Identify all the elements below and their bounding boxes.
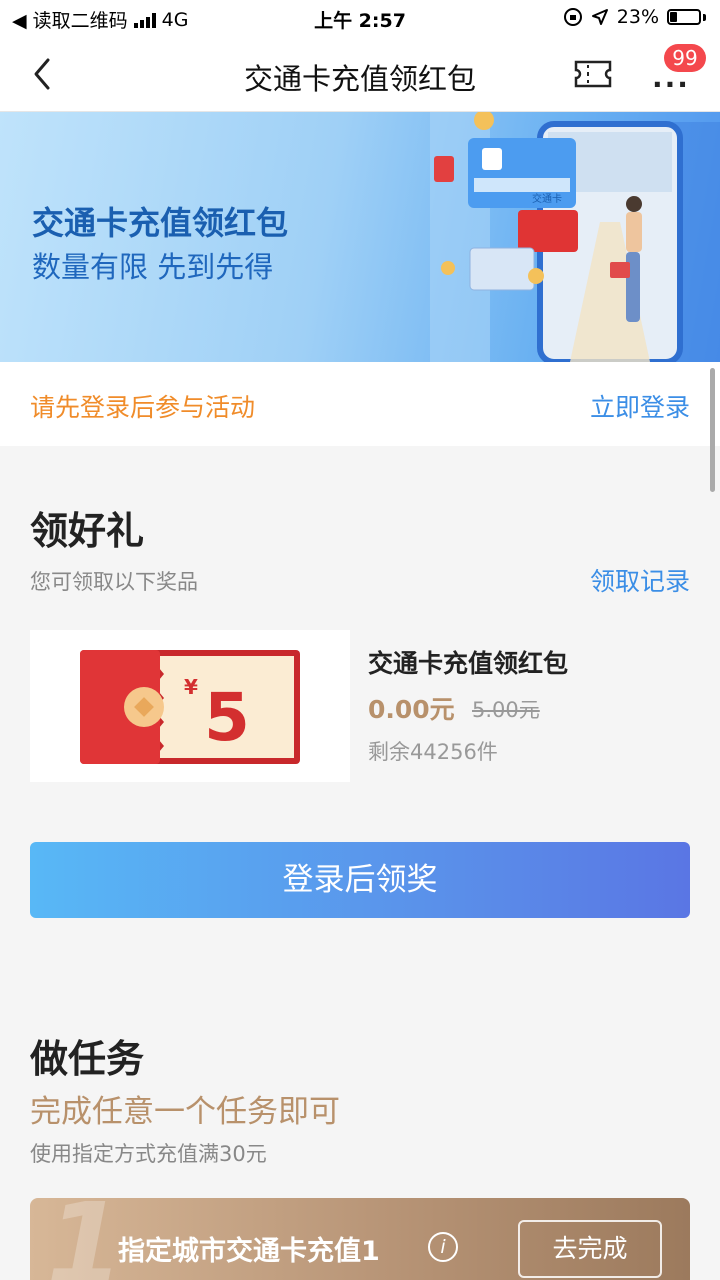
red-packet-coupon-icon: ¥ 5 bbox=[80, 650, 300, 764]
battery-icon bbox=[667, 9, 701, 25]
battery-percent: 23% bbox=[616, 6, 659, 28]
prize-original-price: 5.00元 bbox=[472, 698, 540, 722]
prize-image[interactable]: ¥ 5 bbox=[30, 630, 350, 782]
gifts-section-desc: 您可领取以下奖品 bbox=[30, 570, 198, 594]
nav-bar: 交通卡充值领红包 ··· 99 bbox=[0, 36, 720, 112]
go-complete-button[interactable]: 去完成 bbox=[518, 1220, 662, 1278]
page-title: 交通卡充值领红包 bbox=[243, 62, 476, 96]
prize-name: 交通卡充值领红包 bbox=[368, 649, 569, 678]
status-bar: ◀ 读取二维码 4G 上午 2:57 23% bbox=[0, 0, 720, 36]
rotation-lock-icon bbox=[563, 8, 582, 26]
scrollbar[interactable] bbox=[710, 368, 715, 492]
prize-amount: 5 bbox=[204, 679, 250, 756]
task-number: 1 bbox=[46, 1198, 124, 1280]
banner-card-label: 交通卡 bbox=[532, 192, 562, 205]
tasks-section-title: 做任务 bbox=[30, 1037, 145, 1081]
banner-illustration: 交通卡 bbox=[430, 112, 720, 362]
tasks-desc: 使用指定方式充值满30元 bbox=[30, 1142, 267, 1166]
claim-record-link[interactable]: 领取记录 bbox=[590, 562, 690, 598]
login-to-claim-button[interactable]: 登录后领奖 bbox=[30, 842, 690, 918]
login-prompt-bar: 请先登录后参与活动 立即登录 bbox=[0, 362, 720, 446]
banner-subtitle: 数量有限 先到先得 bbox=[32, 250, 274, 284]
task-name: 指定城市交通卡充值1 bbox=[118, 1236, 380, 1267]
prize-remaining: 剩余44256件 bbox=[368, 740, 498, 764]
info-icon[interactable]: i bbox=[428, 1232, 458, 1262]
banner-title: 交通卡充值领红包 bbox=[32, 204, 289, 242]
prize-price: 0.00元 bbox=[368, 695, 455, 724]
notification-badge: 99 bbox=[664, 44, 706, 72]
prize-yen: ¥ bbox=[184, 675, 198, 699]
login-now-link[interactable]: 立即登录 bbox=[590, 388, 690, 424]
promo-banner: 交通卡 交通卡充值领红包 数量有限 先到先得 bbox=[0, 112, 720, 362]
login-hint: 请先登录后参与活动 bbox=[30, 393, 256, 422]
ticket-icon[interactable] bbox=[574, 60, 612, 88]
location-arrow-icon bbox=[591, 9, 608, 25]
more-menu-button[interactable]: ··· bbox=[652, 68, 690, 101]
battery-cap bbox=[703, 13, 706, 21]
gifts-section-title: 领好礼 bbox=[30, 509, 145, 553]
status-right: 23% bbox=[563, 6, 706, 28]
task-card: 1 指定城市交通卡充值1 i 去完成 bbox=[30, 1198, 690, 1280]
tasks-hint: 完成任意一个任务即可 bbox=[30, 1094, 340, 1130]
